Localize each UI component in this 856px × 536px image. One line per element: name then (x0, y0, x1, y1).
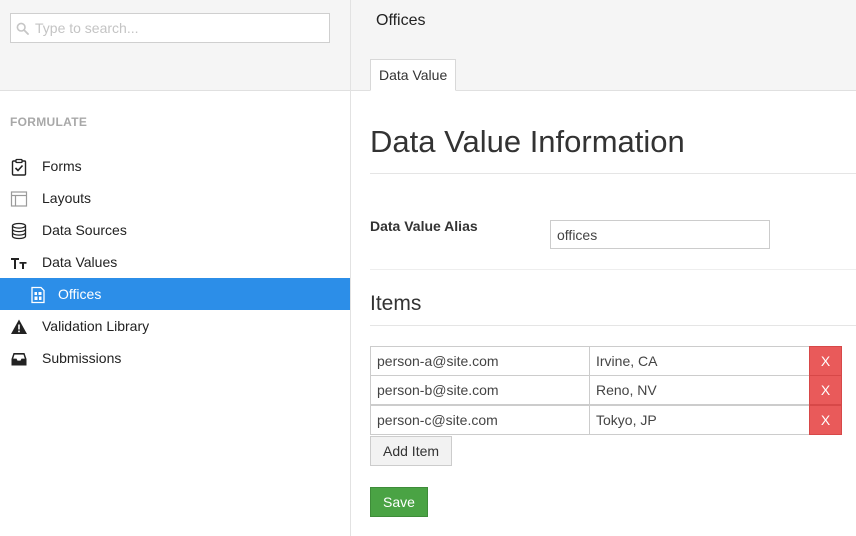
item-row: X (370, 405, 856, 436)
sidebar-item-submissions[interactable]: Submissions (0, 342, 350, 374)
item-office-input[interactable] (589, 346, 810, 376)
sidebar: FORMULATE Forms Layouts (0, 0, 351, 536)
sidebar-item-validation-library[interactable]: Validation Library (0, 310, 350, 342)
database-icon (10, 222, 28, 240)
delete-item-button[interactable]: X (809, 405, 842, 435)
sidebar-item-label: Submissions (42, 350, 122, 366)
text-size-icon (10, 254, 28, 272)
item-email-input[interactable] (370, 346, 590, 376)
editor-content: Data Value Information Data Value Alias … (370, 91, 856, 517)
tab-data-value[interactable]: Data Value (370, 59, 457, 91)
warning-icon (10, 318, 28, 336)
sidebar-item-forms[interactable]: Forms (0, 150, 350, 182)
alias-field-row: Data Value Alias (370, 174, 856, 270)
sidebar-item-label: Forms (42, 158, 82, 174)
alias-input[interactable] (550, 220, 770, 249)
clipboard-check-icon (10, 158, 28, 176)
search-icon (16, 22, 29, 35)
delete-item-button[interactable]: X (809, 375, 842, 405)
search-box[interactable] (10, 13, 330, 43)
section-title: FORMULATE (10, 115, 88, 129)
add-item-button[interactable]: Add Item (370, 436, 453, 466)
sidebar-item-data-values[interactable]: Data Values (0, 246, 350, 278)
layout-icon (10, 190, 28, 208)
sidebar-item-data-sources[interactable]: Data Sources (0, 214, 350, 246)
sidebar-item-layouts[interactable]: Layouts (0, 182, 350, 214)
search-input[interactable] (35, 14, 325, 42)
main-header: Offices Data Value (351, 0, 856, 91)
sidebar-item-label: Offices (58, 286, 102, 302)
sidebar-item-offices[interactable]: Offices (0, 278, 350, 310)
items-heading: Items (370, 292, 856, 326)
sidebar-item-label: Data Values (42, 254, 118, 270)
item-email-input[interactable] (370, 375, 590, 405)
main-panel: Offices Data Value Data Value Informatio… (351, 0, 856, 536)
sidebar-tree: Forms Layouts Data Sources Data Values O… (0, 150, 350, 374)
data-value-file-icon (29, 286, 47, 304)
sidebar-header (0, 0, 350, 91)
document-title: Offices (376, 12, 426, 29)
delete-item-button[interactable]: X (809, 346, 842, 376)
alias-label: Data Value Alias (370, 218, 478, 234)
item-email-input[interactable] (370, 405, 590, 435)
items-list: X X X Add Item (370, 346, 856, 466)
item-office-input[interactable] (589, 375, 810, 405)
item-row: X (370, 346, 856, 376)
page-title: Data Value Information (370, 124, 856, 174)
sidebar-item-label: Validation Library (42, 318, 150, 334)
sidebar-item-label: Layouts (42, 190, 92, 206)
item-office-input[interactable] (589, 405, 810, 435)
inbox-icon (10, 350, 28, 368)
item-row: X (370, 375, 856, 406)
sidebar-item-label: Data Sources (42, 222, 127, 238)
save-button[interactable]: Save (370, 487, 428, 517)
